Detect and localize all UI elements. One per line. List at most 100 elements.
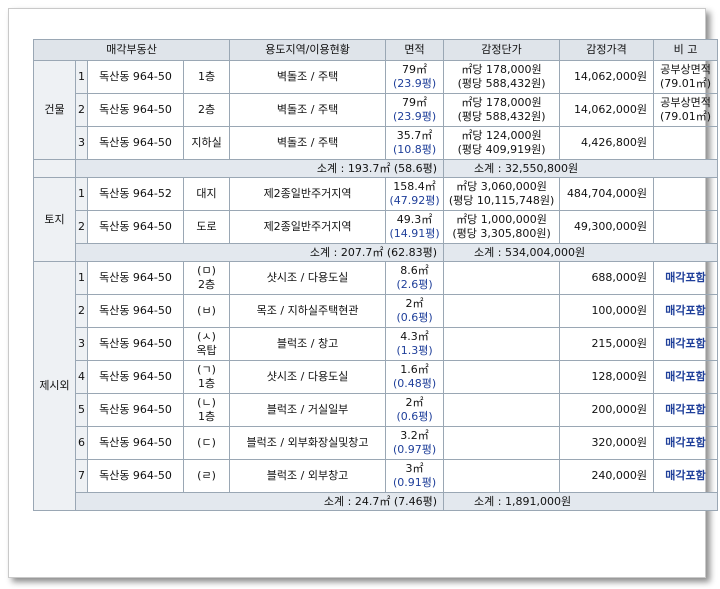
unit-price-pyeong: (평당 10,115,748원) xyxy=(448,194,555,207)
row-number: 7 xyxy=(75,459,88,493)
area-pyeong: (47.92평) xyxy=(389,194,440,207)
building-mark: (ㅁ) xyxy=(197,264,216,277)
area-pyeong: (0.91평) xyxy=(392,476,437,489)
usage-cell: 벽돌조 / 주택 xyxy=(229,93,387,127)
table-header-row: 매각부동산 용도지역/이용현황 면적 감정단가 감정가격 비 고 xyxy=(32,39,719,61)
header-usage: 용도지역/이용현황 xyxy=(229,39,387,61)
floor-cell: (ㄴ) 1층 xyxy=(182,393,231,427)
address-cell: 독산동 964-50 xyxy=(87,60,184,94)
header-remarks: 비 고 xyxy=(653,39,719,61)
table-row: 5 독산동 964-50 (ㄴ) 1층 블럭조 / 거실일부 2㎡ (0.6평) 2… xyxy=(34,393,719,427)
price-cell: 4,426,800원 xyxy=(559,126,655,160)
row-number: 6 xyxy=(75,426,88,460)
area-pyeong: (1.3평) xyxy=(396,344,433,357)
address-cell: 독산동 964-50 xyxy=(87,294,184,328)
usage-cell: 벽돌조 / 주택 xyxy=(229,60,387,94)
area-pyeong: (2.6평) xyxy=(396,278,433,291)
header-appraisal-price: 감정가격 xyxy=(559,39,655,61)
floor-cell: (ㅂ) xyxy=(182,294,231,328)
row-number: 2 xyxy=(75,294,88,328)
area-pyeong: (10.8평) xyxy=(392,143,437,156)
remarks-line: 공부상면적 xyxy=(660,96,711,109)
price-cell: 320,000원 xyxy=(559,426,655,460)
subtotal-area: 소계 : 24.7㎡ (7.46평) xyxy=(74,492,445,511)
header-area: 면적 xyxy=(385,39,445,61)
price-cell: 100,000원 xyxy=(559,294,655,328)
unit-price-cell xyxy=(443,393,561,427)
address-cell: 독산동 964-50 xyxy=(87,210,184,244)
area-value: 1.6㎡ xyxy=(400,363,429,376)
sale-included-tag: 매각포함 xyxy=(653,459,719,493)
address-cell: 독산동 964-50 xyxy=(87,426,184,460)
address-cell: 독산동 964-50 xyxy=(87,126,184,160)
address-cell: 독산동 964-50 xyxy=(87,261,184,295)
table-row: 제시외 1 독산동 964-50 (ㅁ) 2층 샷시조 / 다용도실 8.6㎡ (2… xyxy=(33,261,719,511)
address-cell: 독산동 964-50 xyxy=(87,393,184,427)
floor-cell: 1층 xyxy=(182,60,231,94)
address-cell: 독산동 964-50 xyxy=(87,327,184,361)
area-value: 3.2㎡ xyxy=(400,429,429,442)
price-cell: 240,000원 xyxy=(559,459,655,493)
subtotal-row: 소계 : 24.7㎡ (7.46평) 소계 : 1,891,000원 xyxy=(34,492,719,511)
area-cell: 49.3㎡ (14.91평) xyxy=(385,210,445,244)
category-excluded: 제시외 xyxy=(33,261,76,511)
floor-value: 옥탑 xyxy=(196,344,217,357)
remarks-cell xyxy=(653,177,719,211)
price-cell: 49,300,000원 xyxy=(559,210,655,244)
building-mark: (ㄷ) xyxy=(197,436,216,449)
category-spacer xyxy=(33,159,76,178)
usage-cell: 목조 / 지하실주택현관 xyxy=(229,294,387,328)
floor-cell: 지하실 xyxy=(182,126,231,160)
table-row: 건물 1 독산동 964-50 1층 벽돌조 / 주택 79㎡ (23.9평) ㎡… xyxy=(33,60,719,160)
area-pyeong: (23.9평) xyxy=(392,77,437,90)
area-value: 4.3㎡ xyxy=(400,330,429,343)
table-row: 4 독산동 964-50 (ㄱ) 1층 샷시조 / 다용도실 1.6㎡ (0.48평… xyxy=(34,360,719,394)
area-value: 2㎡ xyxy=(405,297,424,310)
area-cell: 3.2㎡ (0.97평) xyxy=(385,426,445,460)
building-mark: (ㄹ) xyxy=(197,469,216,482)
subtotal-price: 소계 : 32,550,800원 xyxy=(443,159,719,178)
unit-price-cell: ㎡당 124,000원 (평당 409,919원) xyxy=(443,126,561,160)
price-cell: 215,000원 xyxy=(559,327,655,361)
remarks-cell xyxy=(653,126,719,160)
header-property: 매각부동산 xyxy=(32,39,231,61)
subtotal-area: 소계 : 207.7㎡ (62.83평) xyxy=(74,243,445,262)
area-pyeong: (0.48평) xyxy=(392,377,437,390)
unit-price-sqm: ㎡당 124,000원 xyxy=(461,129,542,142)
floor-cell: (ㄱ) 1층 xyxy=(182,360,231,394)
floor-cell: (ㄹ) xyxy=(182,459,231,493)
table-row: 3 독산동 964-50 지하실 벽돌조 / 주택 35.7㎡ (10.8평) ㎡… xyxy=(34,126,719,160)
price-cell: 14,062,000원 xyxy=(559,93,655,127)
price-cell: 484,704,000원 xyxy=(559,177,655,211)
floor-cell: 도로 xyxy=(182,210,231,244)
unit-price-cell: ㎡당 178,000원 (평당 588,432원) xyxy=(443,93,561,127)
row-number: 2 xyxy=(75,210,88,244)
remarks-line: 공부상면적 xyxy=(660,63,711,76)
area-value: 79㎡ xyxy=(402,96,428,109)
area-pyeong: (0.6평) xyxy=(396,410,433,423)
usage-cell: 샷시조 / 다용도실 xyxy=(229,360,387,394)
remarks-cell: 공부상면적 (79.01㎡) xyxy=(653,93,719,127)
unit-price-pyeong: (평당 588,432원) xyxy=(457,110,546,123)
floor-cell: (ㄷ) xyxy=(182,426,231,460)
usage-cell: 제2종일반주거지역 xyxy=(229,177,387,211)
price-cell: 14,062,000원 xyxy=(559,60,655,94)
area-value: 158.4㎡ xyxy=(393,180,436,193)
unit-price-pyeong: (평당 409,919원) xyxy=(457,143,546,156)
unit-price-cell xyxy=(443,294,561,328)
row-number: 1 xyxy=(75,60,88,94)
area-pyeong: (23.9평) xyxy=(392,110,437,123)
building-mark: (ㄱ) xyxy=(197,363,216,376)
sale-included-tag: 매각포함 xyxy=(653,360,719,394)
area-pyeong: (0.97평) xyxy=(392,443,437,456)
unit-price-cell xyxy=(443,459,561,493)
subtotal-area: 소계 : 193.7㎡ (58.6평) xyxy=(74,159,445,178)
sale-included-tag: 매각포함 xyxy=(653,327,719,361)
building-mark: (ㅅ) xyxy=(197,330,216,343)
row-number: 1 xyxy=(75,261,88,295)
floor-cell: 대지 xyxy=(182,177,231,211)
remarks-cell: 공부상면적 (79.01㎡) xyxy=(653,60,719,94)
area-cell: 4.3㎡ (1.3평) xyxy=(385,327,445,361)
remarks-area: (79.01㎡) xyxy=(660,110,712,123)
area-cell: 158.4㎡ (47.92평) xyxy=(385,177,445,211)
